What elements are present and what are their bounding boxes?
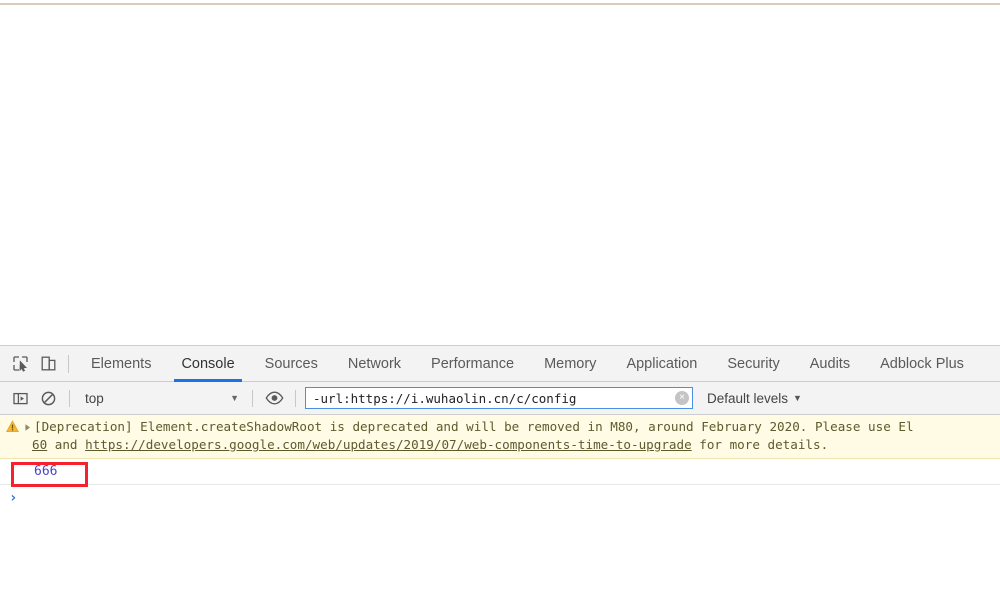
tab-audits[interactable]: Audits [795,346,865,382]
warning-text-suffix: for more details. [691,437,829,452]
tab-label: Memory [544,355,597,372]
tab-sources[interactable]: Sources [250,346,333,382]
console-filter-field[interactable]: × [305,387,693,409]
execution-context-selector[interactable]: top ▼ [77,387,245,409]
tab-adblock-plus[interactable]: Adblock Plus [865,346,979,382]
console-message-area[interactable]: [Deprecation] Element.createShadowRoot i… [0,415,1000,608]
tab-label: Network [347,355,402,372]
page-viewport [0,5,1000,345]
devtools-tabstrip: Elements Console Sources Network Perform… [0,346,1000,382]
tab-label: Audits [809,355,851,372]
warning-line-1: [Deprecation] Element.createShadowRoot i… [0,418,1000,436]
warning-link-line-number[interactable]: 60 [32,437,47,452]
devtools-panel: Elements Console Sources Network Perform… [0,345,1000,608]
tab-application[interactable]: Application [611,346,712,382]
console-filter-toolbar: top ▼ × Default levels ▼ [0,382,1000,415]
toolbar-divider [68,354,69,373]
console-result-row[interactable]: 666 [0,459,1000,487]
console-filter-input[interactable] [311,388,670,408]
tab-console[interactable]: Console [166,346,249,382]
filterbar-divider-3 [295,389,296,407]
log-levels-dropdown[interactable]: Default levels ▼ [707,391,802,406]
console-prompt-row[interactable]: › [0,485,1000,511]
tab-performance[interactable]: Performance [416,346,529,382]
tab-label: Sources [264,355,318,372]
tab-security[interactable]: Security [712,346,794,382]
inspect-element-icon[interactable] [6,350,34,378]
tab-network[interactable]: Network [333,346,416,382]
disclosure-triangle-icon[interactable] [23,419,32,431]
warning-link-url[interactable]: https://developers.google.com/web/update… [85,437,692,452]
warning-text-line-1: [Deprecation] Element.createShadowRoot i… [34,419,914,434]
execution-context-value: top [85,390,104,406]
tab-elements[interactable]: Elements [76,346,166,382]
tab-label: Security [727,355,780,372]
console-result-value: 666 [34,464,58,479]
devtools-tab-list: Elements Console Sources Network Perform… [76,346,979,382]
console-warning-message[interactable]: [Deprecation] Element.createShadowRoot i… [0,415,1000,459]
clear-filter-icon[interactable]: × [675,391,689,405]
chevron-down-icon: ▼ [230,393,239,403]
warning-triangle-icon [6,420,19,433]
tab-memory[interactable]: Memory [529,346,611,382]
filterbar-divider-1 [69,389,70,407]
prompt-chevron-icon: › [9,490,18,506]
tab-label: Console [181,355,235,372]
chevron-down-icon: ▼ [793,393,802,403]
log-levels-label: Default levels [707,390,789,406]
tab-label: Elements [91,355,152,372]
eye-icon[interactable] [260,385,288,411]
tab-label: Application [626,355,698,372]
console-sidebar-toggle-icon[interactable] [6,385,34,411]
device-toolbar-icon[interactable] [34,350,62,378]
warning-text-and: and [47,437,86,452]
console-prompt-input[interactable] [17,488,1000,508]
tab-label: Performance [431,355,515,372]
screenshot-root: Elements Console Sources Network Perform… [0,0,1000,608]
tab-label: Adblock Plus [880,355,964,372]
filterbar-divider-2 [252,389,253,407]
warning-line-2: 60 and https://developers.google.com/web… [0,436,1000,454]
clear-console-icon[interactable] [34,385,62,411]
